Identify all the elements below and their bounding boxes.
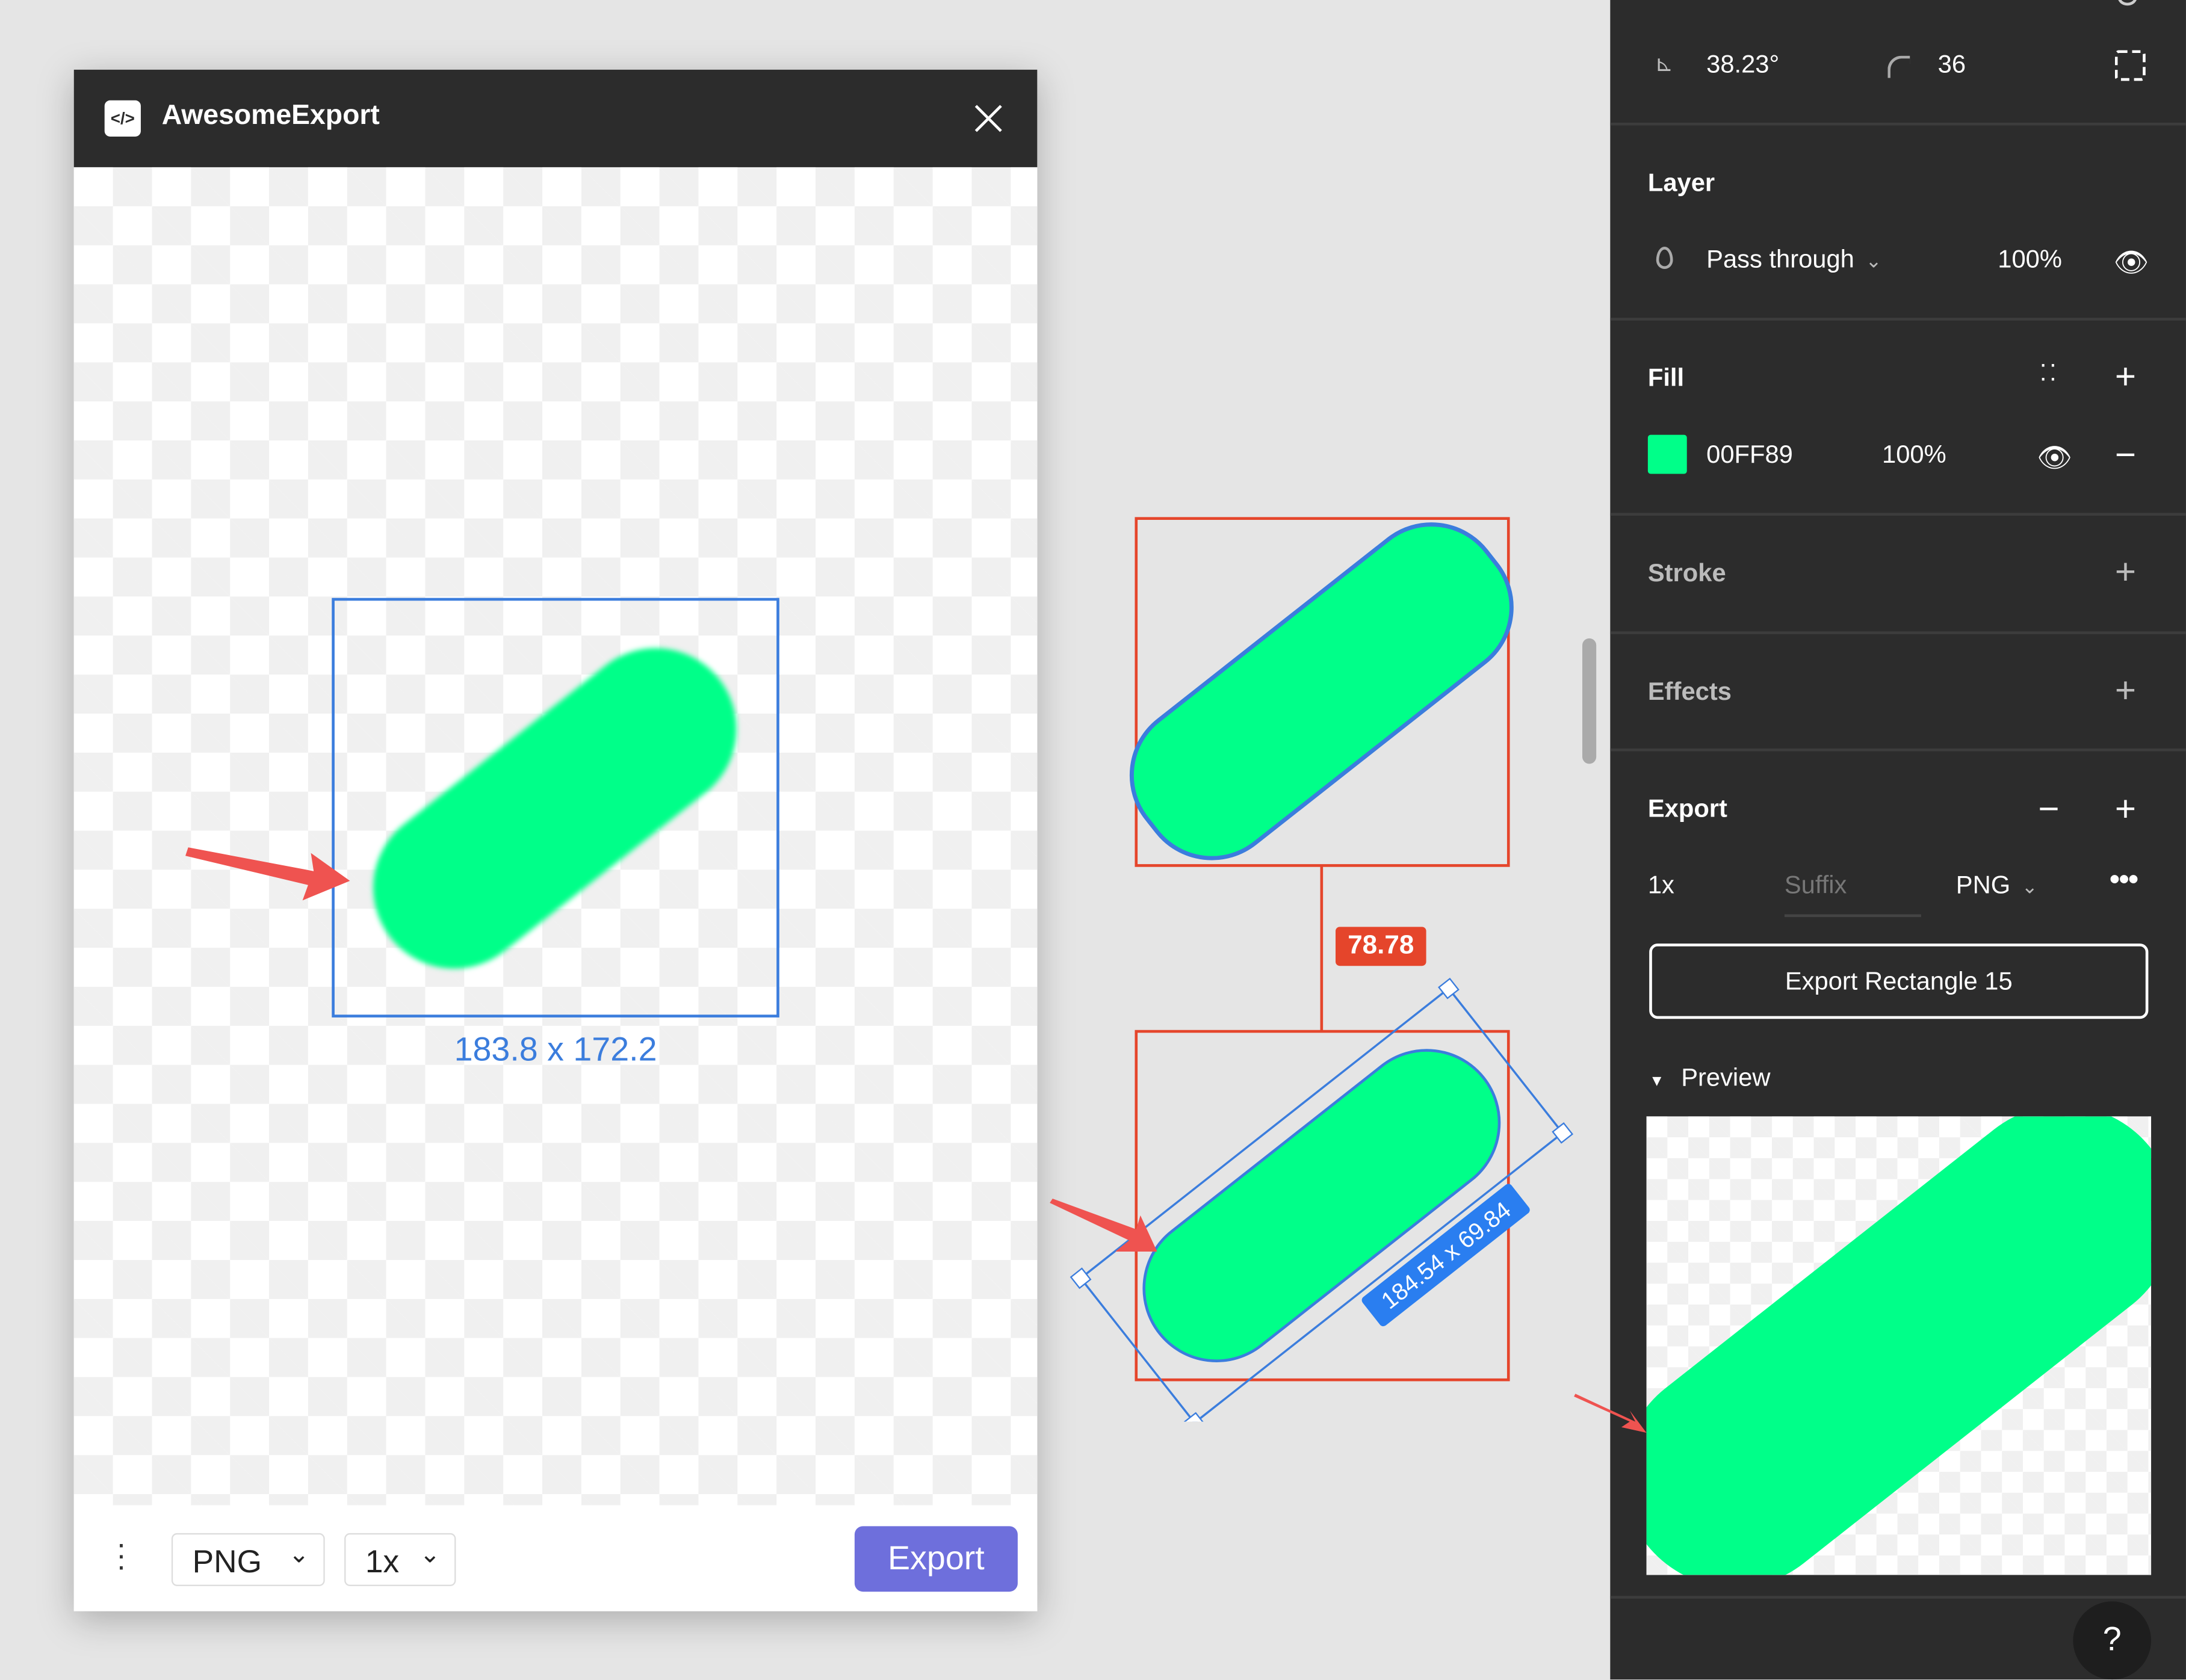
layer-opacity[interactable]: 100%: [1998, 246, 2062, 275]
resize-handle[interactable]: [1070, 1267, 1092, 1289]
export-rectangle-button[interactable]: Export Rectangle 15: [1649, 943, 2149, 1019]
red-arrow: [1574, 1394, 1647, 1433]
partial-icon: [2117, 0, 2137, 6]
rotation-icon: ⊾: [1655, 53, 1674, 77]
scale-select[interactable]: 1x ⌄: [344, 1533, 456, 1586]
help-button[interactable]: ?: [2073, 1601, 2152, 1680]
chevron-down-icon: ⌄: [419, 1540, 441, 1568]
divider: [1610, 1596, 2186, 1599]
resize-handle[interactable]: [1552, 1122, 1574, 1144]
properties-panel: ⊾ 38.23° 36 Layer Pass through ⌄ 100% 👁 F…: [1574, 0, 2186, 1680]
preview-label: Preview: [1681, 1063, 1771, 1092]
more-options-icon[interactable]: · · ·: [116, 1528, 127, 1581]
remove-export-icon[interactable]: −: [2038, 790, 2059, 826]
dialog-title: AwesomeExport: [161, 100, 380, 131]
dimension-label: 183.8 x 172.2: [454, 1031, 657, 1069]
format-select[interactable]: PNG ⌄: [171, 1533, 325, 1586]
blend-mode-value: Pass through: [1706, 245, 1854, 273]
divider: [1610, 631, 2186, 634]
fill-swatch[interactable]: [1647, 434, 1687, 474]
red-arrow: [1050, 1199, 1157, 1252]
layer-heading: Layer: [1647, 168, 1715, 197]
export-button[interactable]: Export: [854, 1526, 1018, 1592]
fill-opacity[interactable]: 100%: [1882, 440, 1946, 470]
add-fill-icon[interactable]: +: [2115, 358, 2136, 394]
styles-grid-icon[interactable]: ∙∙ ∙∙: [2040, 351, 2059, 391]
remove-fill-icon[interactable]: −: [2115, 436, 2136, 472]
chevron-down-icon: ⌄: [2021, 875, 2038, 898]
export-scale[interactable]: 1x: [1648, 871, 1674, 901]
distance-label: 78.78: [1336, 927, 1426, 966]
dialog-footer: · · · PNG ⌄ 1x ⌄ Export: [73, 1505, 1038, 1611]
red-arrow: [185, 847, 350, 901]
stroke-heading: Stroke: [1647, 558, 1726, 587]
eye-icon[interactable]: 👁: [2037, 440, 2072, 475]
dialog-header: </> AwesomeExport: [73, 69, 1038, 167]
green-pill-top: [1129, 522, 1514, 860]
plugin-code-icon: </>: [104, 100, 141, 137]
fill-heading: Fill: [1647, 363, 1685, 392]
export-settings-icon[interactable]: •••: [2110, 861, 2139, 897]
awesome-export-dialog: </> AwesomeExport 183.8 x 172.2 · · · PNG ⌄…: [73, 69, 1038, 1611]
preview-canvas: [185, 598, 779, 1018]
preview-toggle[interactable]: ▼ Preview: [1649, 1063, 1770, 1093]
close-icon[interactable]: [974, 105, 1002, 132]
preview-green-pill: [1646, 1116, 2152, 1575]
resize-handle[interactable]: [1438, 977, 1460, 999]
blend-mode-select[interactable]: Pass through ⌄: [1706, 246, 1881, 275]
add-export-icon[interactable]: +: [2115, 790, 2136, 826]
effects-heading: Effects: [1647, 677, 1732, 706]
eye-icon[interactable]: 👁: [2114, 246, 2149, 280]
scale-value: 1x: [365, 1543, 400, 1580]
divider: [1610, 513, 2186, 516]
design-canvas: 184.54 x 69.84: [1050, 517, 1574, 1422]
add-stroke-icon[interactable]: +: [2115, 554, 2136, 590]
independent-corners-icon[interactable]: [2114, 50, 2146, 81]
export-preview: [1646, 1116, 2152, 1575]
chevron-down-icon: ⌄: [288, 1540, 310, 1568]
blend-drop-icon: [1656, 246, 1673, 270]
export-heading: Export: [1647, 794, 1727, 823]
triangle-down-icon: ▼: [1649, 1073, 1665, 1090]
divider: [1610, 122, 2186, 126]
add-effect-icon[interactable]: +: [2115, 672, 2136, 708]
corner-radius-icon: [1887, 55, 1910, 78]
preview-shape: [1646, 1116, 2152, 1575]
selected-pill: [1142, 1049, 1501, 1362]
chevron-down-icon: ⌄: [1865, 249, 1882, 272]
format-value: PNG: [192, 1543, 262, 1580]
green-pill-shape: [373, 648, 737, 969]
export-format-select[interactable]: PNG ⌄: [1956, 871, 2038, 901]
rotation-value[interactable]: 38.23°: [1706, 50, 1779, 79]
export-format-value: PNG: [1955, 871, 2011, 900]
export-preview-area: 183.8 x 172.2: [73, 167, 1038, 1506]
suffix-input[interactable]: Suffix: [1784, 871, 1921, 918]
divider: [1610, 318, 2186, 321]
canvas-scrollbar[interactable]: [1582, 638, 1597, 764]
divider: [1610, 748, 2186, 752]
corner-radius-value[interactable]: 36: [1938, 50, 1966, 79]
fill-hex[interactable]: 00FF89: [1706, 440, 1793, 470]
